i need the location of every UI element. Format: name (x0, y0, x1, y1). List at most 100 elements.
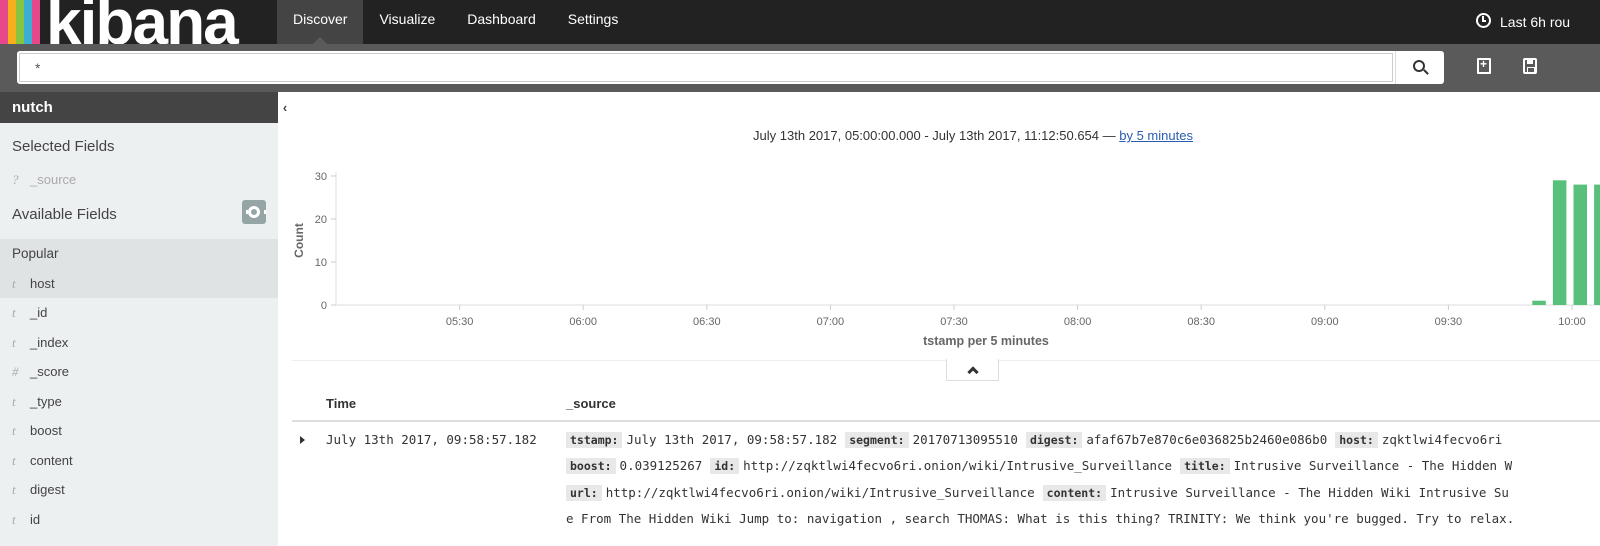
index-pattern-title[interactable]: nutch (0, 92, 278, 123)
y-tick-label: 0 (321, 300, 327, 312)
source-value: Intrusive Surveillance - The Hidden Wiki… (1110, 484, 1509, 500)
field-item-id[interactable]: t _id (0, 298, 278, 328)
field-name: _id (30, 305, 48, 320)
selected-fields-list: ? _source (0, 165, 278, 195)
time-picker[interactable]: Last 6h rou (1476, 0, 1570, 44)
histogram-bar (1532, 300, 1546, 305)
field-name: _index (30, 334, 69, 350)
x-tick-label: 05:30 (446, 316, 474, 328)
expand-row-icon[interactable] (300, 436, 305, 444)
y-axis-title: Count (292, 223, 306, 258)
field-item-host[interactable]: t host (0, 269, 278, 299)
source-value: afaf67b7e870c6e036825b2460e086b0 (1086, 432, 1328, 447)
field-item-score[interactable]: # _score (0, 357, 278, 387)
app-tabs: Discover Visualize Dashboard Settings (277, 0, 634, 44)
query-bar (0, 44, 1600, 92)
tab-settings[interactable]: Settings (552, 0, 635, 44)
source-key: id: (710, 458, 740, 475)
field-sidebar: nutch Selected Fields ? _source Available… (0, 92, 278, 546)
new-search-icon[interactable] (1477, 57, 1491, 74)
popular-section: Popular t host (0, 238, 278, 299)
top-navbar: kibana Discover Visualize Dashboard Setting… (0, 0, 1600, 58)
collapse-sidebar-button[interactable]: ‹ (278, 92, 292, 123)
field-type-icon: t (12, 511, 16, 527)
search-input[interactable] (17, 51, 1395, 84)
source-value: July 13th 2017, 09:58:57.182 (626, 432, 838, 447)
source-key: digest: (1025, 432, 1083, 448)
x-tick-label: 09:30 (1435, 316, 1463, 328)
field-item-source[interactable]: ? _source (0, 165, 278, 195)
source-value: http://zqktlwi4fecvo6ri.onion/wiki/Intru… (743, 458, 1173, 474)
source-key: content: (1042, 484, 1107, 501)
gear-icon (246, 206, 266, 218)
logo-stripe (0, 0, 8, 44)
field-type-icon: # (12, 364, 19, 379)
row-time: July 13th 2017, 09:58:57.182 (326, 432, 537, 447)
field-settings-button[interactable] (242, 200, 266, 224)
source-key: tstamp: (566, 432, 623, 448)
field-name: boost (30, 423, 62, 438)
field-item-id[interactable]: t id (0, 505, 278, 535)
interval-link[interactable]: by 5 minutes (1119, 128, 1193, 143)
row-source: tstamp: July 13th 2017, 09:58:57.182 segme… (566, 432, 1600, 537)
field-item-digest[interactable]: t digest (0, 475, 278, 505)
tab-discover[interactable]: Discover (277, 0, 364, 44)
popular-fields-list: t host (0, 269, 278, 299)
x-tick-label: 09:00 (1311, 316, 1339, 328)
x-tick-label: 06:30 (693, 316, 721, 328)
x-axis-title: tstamp per 5 minutes (923, 334, 1049, 348)
x-tick-label: 07:30 (940, 316, 968, 328)
x-tick-label: 10:00 (1558, 316, 1586, 328)
clock-icon (1476, 12, 1491, 28)
save-icon[interactable] (1523, 58, 1537, 74)
field-name: _score (30, 364, 70, 379)
field-name: digest (30, 482, 65, 497)
y-tick-label: 20 (315, 214, 327, 226)
search-button[interactable] (1395, 51, 1444, 84)
source-line: boost: 0.039125267 id: http://zqktlwi4fecvo… (566, 458, 1600, 484)
x-tick-label: 07:00 (817, 316, 845, 328)
field-item-boost[interactable]: t boost (0, 416, 278, 446)
toggle-chart-button[interactable] (946, 359, 999, 381)
field-name: host (30, 275, 55, 291)
field-name: _type (30, 393, 62, 409)
histogram-bar (1552, 180, 1567, 305)
field-type-icon: t (12, 305, 16, 320)
y-tick-label: 10 (315, 257, 327, 269)
discover-main: July 13th 2017, 05:00:00.000 - July 13th… (292, 92, 1600, 546)
available-fields-heading: Available Fields (12, 205, 117, 223)
field-name: id (30, 511, 41, 527)
x-tick-label: 08:00 (1064, 316, 1092, 328)
popular-heading: Popular (12, 245, 59, 261)
field-type-icon: t (12, 334, 16, 350)
logo-stripe (32, 0, 40, 44)
histogram-bar (1594, 184, 1600, 305)
fields-list: t _id t _index # _score t _type t boost t content t d… (0, 298, 278, 534)
tab-visualize[interactable]: Visualize (363, 0, 451, 44)
source-column-header[interactable]: _source (566, 396, 616, 411)
chevron-up-icon (966, 365, 979, 378)
source-value: 0.039125267 (619, 458, 703, 474)
field-item-type[interactable]: t _type (0, 387, 278, 417)
source-key: boost: (566, 458, 616, 475)
field-type-icon: t (12, 275, 16, 291)
table-header-line (292, 420, 1600, 422)
field-type-icon: t (12, 482, 16, 497)
tab-dashboard[interactable]: Dashboard (451, 0, 552, 44)
time-picker-label: Last 6h rou (1500, 14, 1571, 30)
field-type-icon: t (12, 423, 16, 438)
source-content-text: e From The Hidden Wiki Jump to: navigati… (566, 510, 1515, 526)
source-value: zqktlwi4fecvo6ri (1381, 432, 1503, 447)
source-key: host: (1335, 432, 1378, 448)
field-item-index[interactable]: t _index (0, 328, 278, 358)
time-column-header[interactable]: Time (326, 396, 356, 411)
selected-fields-heading: Selected Fields (12, 138, 115, 155)
time-range-text: July 13th 2017, 05:00:00.000 - July 13th… (753, 128, 1120, 143)
histogram-chart[interactable]: 0 10 20 30 05:30 06:00 06:30 07:00 07:30 08:00 08:… (292, 162, 1600, 352)
source-line: url: http://zqktlwi4fecvo6ri.onion/wiki/I… (566, 484, 1600, 511)
histogram-range: July 13th 2017, 05:00:00.000 - July 13th… (292, 128, 1600, 143)
y-tick-label: 30 (315, 171, 327, 183)
field-type-icon: t (12, 452, 16, 468)
kibana-logo-stripes (0, 0, 40, 44)
field-item-content[interactable]: t content (0, 446, 278, 476)
